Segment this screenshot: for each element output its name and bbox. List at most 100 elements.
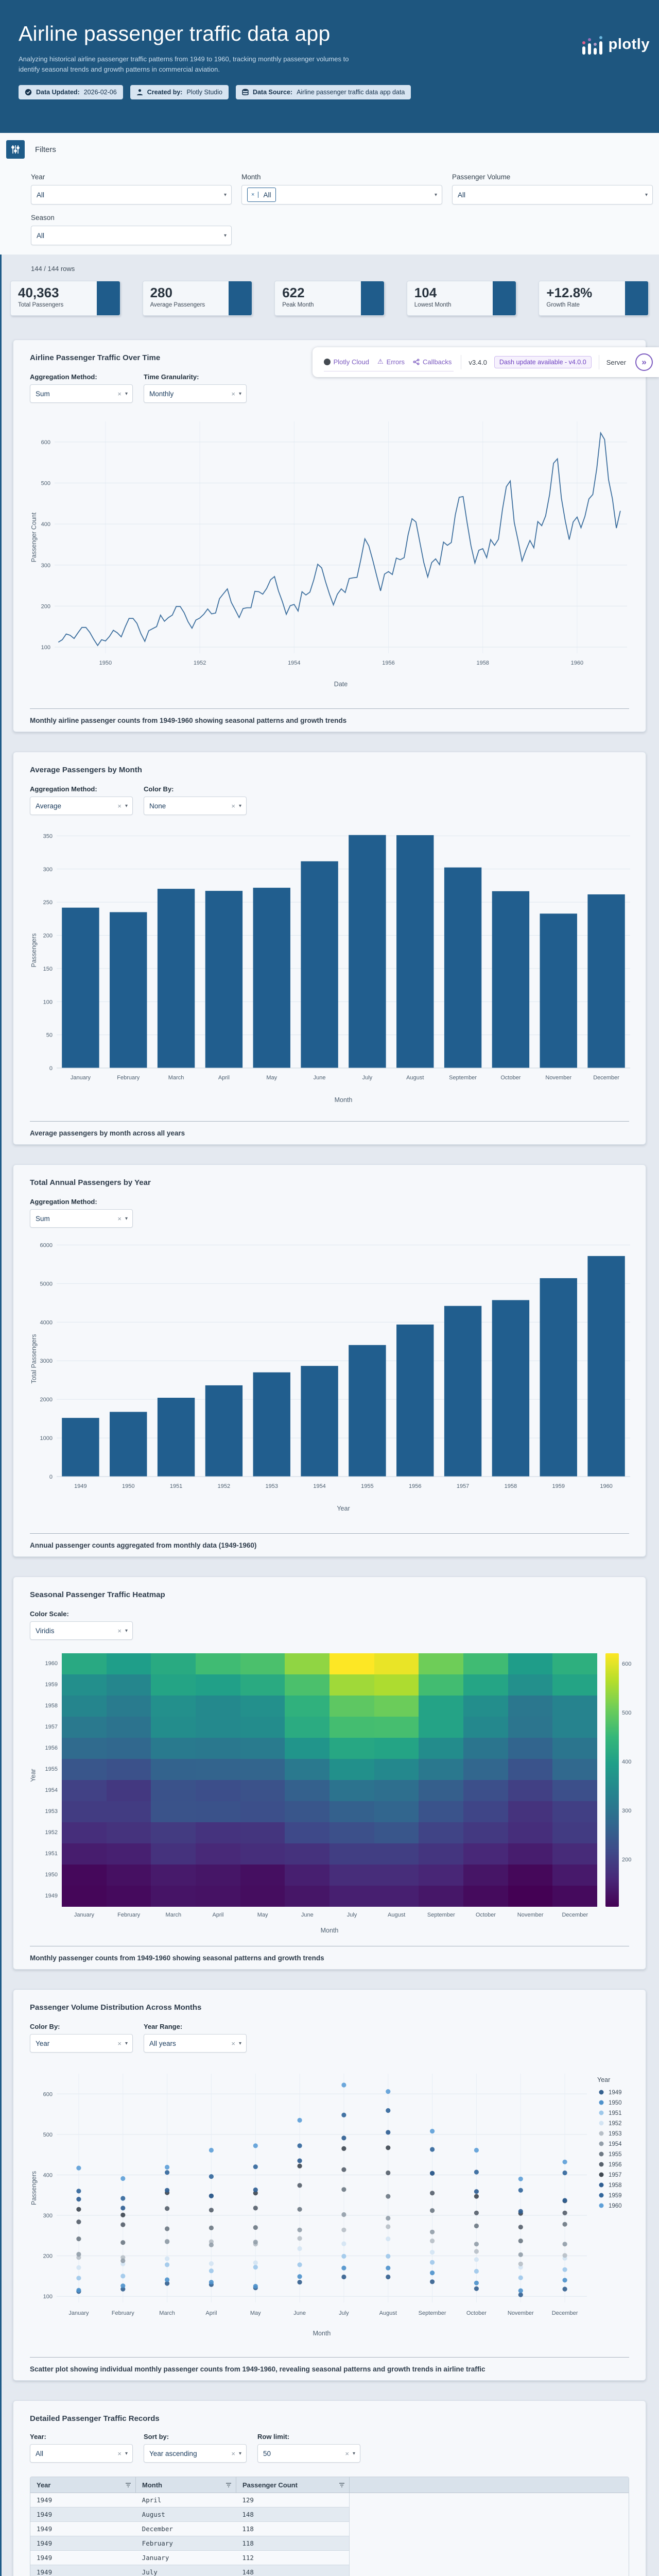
x-axis-title: Month bbox=[320, 1927, 339, 1934]
table-column-header[interactable]: Passenger Count bbox=[236, 2477, 350, 2493]
clear-icon[interactable]: × bbox=[231, 2450, 235, 2458]
clear-icon[interactable]: × bbox=[117, 2450, 122, 2458]
dropdown[interactable]: None × ▾ bbox=[144, 796, 247, 815]
chevron-down-icon[interactable]: ▾ bbox=[125, 803, 128, 809]
bar-chart-canvas[interactable]: 0 1000 2000 3000 4000 5000 6000 1949 1950 1951 195… bbox=[28, 1233, 635, 1519]
dropdown[interactable]: All years × ▾ bbox=[144, 2034, 247, 2053]
dropdown[interactable]: All ▾ bbox=[31, 226, 232, 245]
line-chart-canvas[interactable]: 1950 1952 1954 1956 1958 1960 100 200 300 400 500 6… bbox=[28, 406, 635, 694]
svg-text:1958: 1958 bbox=[476, 660, 489, 666]
table-row[interactable]: 1949 July 148 bbox=[30, 2565, 350, 2576]
errors-button[interactable]: ⚠ Errors bbox=[377, 358, 405, 366]
clear-icon[interactable]: × bbox=[117, 1627, 122, 1635]
colorbar-tick-label: 300 bbox=[622, 1807, 632, 1814]
plotly-cloud-link[interactable]: Plotly Cloud bbox=[323, 358, 369, 366]
chevron-down-icon[interactable]: ▾ bbox=[125, 1628, 128, 1634]
clear-icon[interactable]: × bbox=[117, 390, 122, 398]
table-row[interactable]: 1949 April 129 bbox=[30, 2493, 350, 2507]
table-row[interactable]: 1949 February 118 bbox=[30, 2536, 350, 2551]
dropdown[interactable]: Monthly × ▾ bbox=[144, 384, 247, 403]
dropdown[interactable]: Sum × ▾ bbox=[30, 384, 133, 403]
filter-icon[interactable] bbox=[339, 2482, 345, 2488]
heatmap-cell bbox=[195, 1696, 240, 1717]
dropdown[interactable]: Viridis × ▾ bbox=[30, 1621, 133, 1640]
table-row[interactable]: 1949 August 148 bbox=[30, 2507, 350, 2522]
clear-icon[interactable]: × bbox=[117, 2040, 122, 2047]
clear-icon[interactable]: × bbox=[117, 802, 122, 810]
svg-text:March: March bbox=[159, 2310, 175, 2316]
heatmap-cell bbox=[508, 1886, 553, 1907]
dropdown[interactable]: All ▾ bbox=[31, 185, 232, 205]
card-average-by-month: Average Passengers by Month Aggregation … bbox=[13, 752, 646, 1145]
table-column-header[interactable]: Year bbox=[30, 2477, 136, 2493]
heatmap-cell bbox=[508, 1653, 553, 1674]
callbacks-button[interactable]: Callbacks bbox=[413, 358, 452, 366]
chevron-down-icon[interactable]: ▾ bbox=[435, 192, 437, 198]
dropdown[interactable]: Year × ▾ bbox=[30, 2034, 133, 2053]
chip-remove-icon[interactable]: × bbox=[248, 192, 259, 198]
chevron-down-icon[interactable]: ▾ bbox=[239, 803, 241, 809]
chevron-down-icon[interactable]: ▾ bbox=[224, 233, 227, 239]
chart-control: Sort by: Year ascending × ▾ bbox=[144, 2433, 247, 2463]
header-badges: Data Updated: 2026-02-06 Created by: Plotly… bbox=[19, 85, 659, 100]
svg-text:1955: 1955 bbox=[609, 2151, 622, 2158]
svg-text:1952: 1952 bbox=[218, 1483, 230, 1489]
clear-icon[interactable]: × bbox=[231, 2040, 235, 2047]
dropdown[interactable]: All × ▾ bbox=[30, 2444, 133, 2463]
chevron-down-icon[interactable]: ▾ bbox=[125, 2451, 128, 2456]
card-title: Seasonal Passenger Traffic Heatmap bbox=[30, 1590, 165, 1599]
dropdown[interactable]: 50 × ▾ bbox=[257, 2444, 360, 2463]
heatmap-cell bbox=[106, 1738, 151, 1759]
svg-text:March: March bbox=[168, 1075, 184, 1081]
chevron-down-icon[interactable]: ▾ bbox=[125, 391, 128, 397]
dropdown[interactable]: All ▾ bbox=[452, 185, 653, 205]
heatmap-cell bbox=[62, 1843, 107, 1865]
dropdown[interactable]: Year ascending × ▾ bbox=[144, 2444, 247, 2463]
chevron-down-icon[interactable]: ▾ bbox=[125, 1216, 128, 1222]
heatmap-cell bbox=[329, 1653, 374, 1674]
clear-icon[interactable]: × bbox=[345, 2450, 349, 2458]
heatmap-canvas[interactable]: 1960 1959 1958 1957 1956 1955 1954 1953 1952 1951… bbox=[28, 1648, 635, 1937]
devtools-collapse-button[interactable]: » bbox=[635, 353, 653, 371]
svg-text:1960: 1960 bbox=[609, 2203, 622, 2209]
dash-update-badge[interactable]: Dash update available - v4.0.0 bbox=[494, 356, 592, 368]
heatmap-cell bbox=[419, 1674, 463, 1696]
chevron-down-icon[interactable]: ▾ bbox=[645, 192, 648, 198]
filter-icon[interactable] bbox=[226, 2482, 232, 2488]
devtools-links: Plotly Cloud ⚠ Errors Callbacks bbox=[323, 353, 454, 371]
dropdown[interactable]: Sum × ▾ bbox=[30, 1209, 133, 1228]
filter-icon[interactable] bbox=[125, 2482, 131, 2488]
x-tick-label: July bbox=[346, 1912, 357, 1918]
svg-text:July: July bbox=[362, 1075, 373, 1081]
control-label: Year Range: bbox=[144, 2023, 183, 2030]
chevron-down-icon[interactable]: ▾ bbox=[224, 192, 227, 198]
legend[interactable]: 1949 1950 1951 1952 1953 1954 1955 1956 1957 1958… bbox=[599, 2090, 622, 2209]
heatmap-cell bbox=[62, 1738, 107, 1759]
clear-icon[interactable]: × bbox=[231, 390, 235, 398]
dropdown[interactable]: × All ▾ bbox=[241, 185, 442, 205]
heatmap-cell bbox=[552, 1843, 597, 1865]
dropdown[interactable]: Average × ▾ bbox=[30, 796, 133, 815]
scatter-chart-canvas[interactable]: 100 200 300 400 500 600 January February March Ap… bbox=[28, 2059, 635, 2343]
clear-icon[interactable]: × bbox=[231, 802, 235, 810]
chevron-down-icon[interactable]: ▾ bbox=[239, 2451, 241, 2456]
heatmap-cell bbox=[463, 1886, 508, 1907]
heatmap-cell bbox=[552, 1696, 597, 1717]
selected-chip: × All bbox=[247, 188, 276, 202]
clear-icon[interactable]: × bbox=[117, 1215, 122, 1223]
heatmap-cell bbox=[151, 1780, 196, 1801]
svg-text:Month: Month bbox=[335, 1096, 353, 1104]
bar-chart-canvas[interactable]: 0 50 100 150 200 250 300 350 January February Marc… bbox=[28, 824, 635, 1110]
chevron-down-icon[interactable]: ▾ bbox=[353, 2451, 355, 2456]
chart-control: Aggregation Method: Average × ▾ bbox=[30, 785, 133, 815]
chevron-down-icon[interactable]: ▾ bbox=[239, 391, 241, 397]
table-column-header[interactable]: Month bbox=[136, 2477, 236, 2493]
table-row[interactable]: 1949 December 118 bbox=[30, 2522, 350, 2536]
chevron-down-icon[interactable]: ▾ bbox=[125, 2041, 128, 2046]
table-row[interactable]: 1949 January 112 bbox=[30, 2551, 350, 2565]
x-tick-label: September bbox=[427, 1912, 455, 1918]
chevron-down-icon[interactable]: ▾ bbox=[239, 2041, 241, 2046]
heatmap-cell bbox=[552, 1801, 597, 1822]
heatmap-cell bbox=[195, 1801, 240, 1822]
y-tick-label: 1953 bbox=[45, 1808, 58, 1815]
